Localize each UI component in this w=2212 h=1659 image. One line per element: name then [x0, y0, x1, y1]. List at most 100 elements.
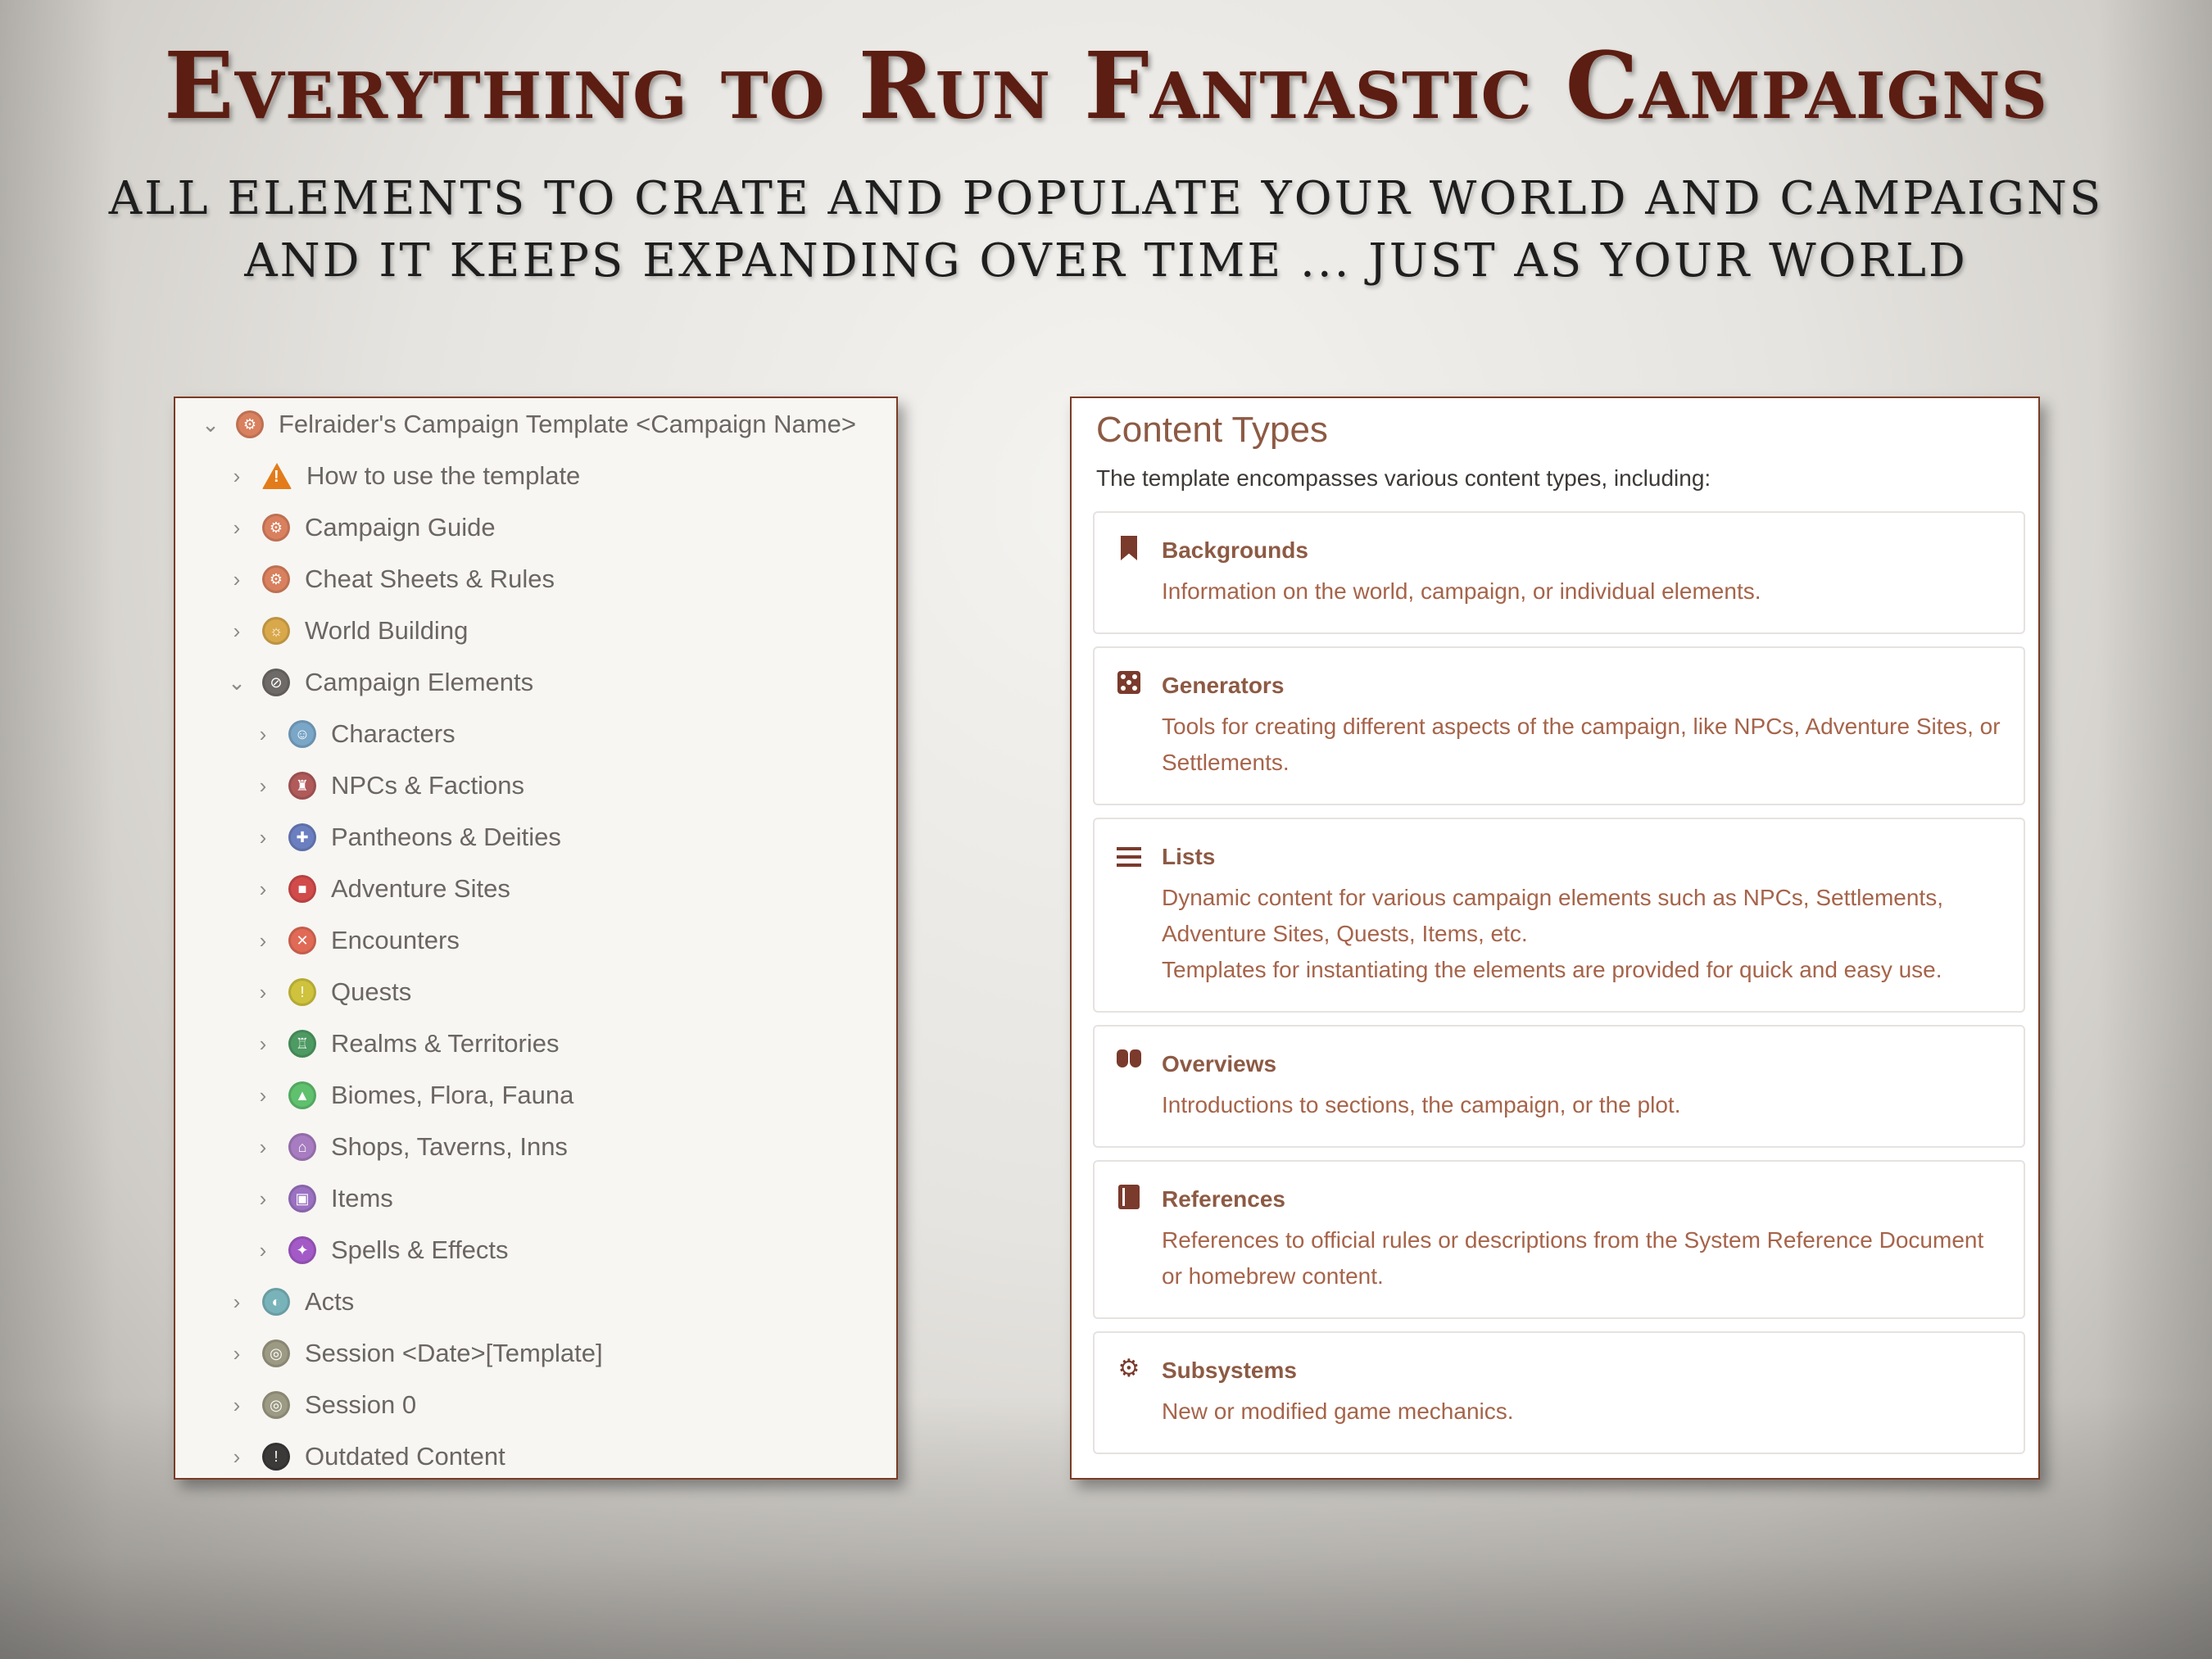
chevron-right-icon[interactable]: ›: [252, 773, 274, 799]
tree-item-label: Shops, Taverns, Inns: [331, 1132, 568, 1161]
tree-item-acts[interactable]: › ◐ Acts: [226, 1279, 354, 1325]
alert-icon: !: [262, 1443, 290, 1471]
chevron-right-icon[interactable]: ›: [252, 825, 274, 850]
tree-item-biomes[interactable]: › ▲ Biomes, Flora, Fauna: [252, 1072, 573, 1118]
chevron-right-icon[interactable]: ›: [252, 928, 274, 954]
card-description-line-2: Templates for instantiating the elements…: [1162, 957, 1942, 982]
card-title: Lists: [1162, 844, 1216, 869]
spell-icon: ✦: [288, 1236, 316, 1264]
realm-icon: ♖: [288, 1030, 316, 1058]
tree-item-campaign-guide[interactable]: › ⚙ Campaign Guide: [226, 505, 496, 551]
shop-icon: ⌂: [288, 1133, 316, 1161]
chevron-right-icon[interactable]: ›: [226, 1393, 247, 1418]
chevron-right-icon[interactable]: ›: [226, 1444, 247, 1470]
tree-item-label: Session 0: [305, 1390, 417, 1419]
card-overviews[interactable]: Overviews Introductions to sections, the…: [1093, 1025, 2025, 1148]
chevron-right-icon[interactable]: ›: [226, 515, 247, 541]
chevron-right-icon[interactable]: ›: [226, 464, 247, 489]
deity-icon: ✚: [288, 823, 316, 851]
tree-item-label: Acts: [305, 1287, 355, 1316]
card-description: Dynamic content for various campaign ele…: [1162, 880, 2007, 988]
tree-item-quests[interactable]: › ! Quests: [252, 969, 411, 1015]
tree-item-label: Spells & Effects: [331, 1235, 509, 1264]
card-backgrounds[interactable]: Backgrounds Information on the world, ca…: [1093, 511, 2025, 634]
chevron-right-icon[interactable]: ›: [226, 567, 247, 592]
card-subsystems[interactable]: ⚙ Subsystems New or modified game mechan…: [1093, 1331, 2025, 1454]
tree-item-label: Adventure Sites: [331, 874, 510, 903]
tree-item-spells[interactable]: › ✦ Spells & Effects: [252, 1227, 509, 1273]
tree-item-session-0[interactable]: › ◎ Session 0: [226, 1382, 416, 1428]
session-icon: ◎: [262, 1391, 290, 1419]
chevron-down-icon[interactable]: ⌄: [226, 670, 247, 696]
session-icon: ◎: [262, 1339, 290, 1367]
tree-item-realms[interactable]: › ♖ Realms & Territories: [252, 1021, 560, 1067]
content-types-panel: Content Types The template encompasses v…: [1070, 397, 2040, 1480]
acts-icon: ◐: [262, 1288, 290, 1316]
encounter-icon: ✕: [288, 927, 316, 954]
chevron-right-icon[interactable]: ›: [252, 1186, 274, 1212]
chevron-right-icon[interactable]: ›: [252, 722, 274, 747]
compass-icon: ⚙: [262, 514, 290, 542]
content-types-intro: The template encompasses various content…: [1096, 465, 1711, 491]
tree-item-label: Realms & Territories: [331, 1029, 560, 1058]
page-tree-panel: ⌄ ⚙ Felraider's Campaign Template <Campa…: [174, 397, 898, 1480]
headline-title: Everything to Run Fantastic Campaigns: [164, 33, 2048, 140]
list-icon: [1116, 842, 1142, 868]
biome-icon: ▲: [288, 1081, 316, 1109]
subtitle-line-1: ALL ELEMENTS TO CRATE AND POPULATE YOUR …: [108, 172, 2104, 225]
tree-item-label: Cheat Sheets & Rules: [305, 564, 555, 593]
tree-item-npcs-factions[interactable]: › ♜ NPCs & Factions: [252, 763, 524, 809]
compass-icon: ⚙: [262, 565, 290, 593]
binoculars-icon: [1116, 1049, 1142, 1076]
tree-item-label: Items: [331, 1184, 393, 1213]
card-description: Information on the world, campaign, or i…: [1162, 578, 1761, 604]
chevron-right-icon[interactable]: ›: [252, 877, 274, 902]
chevron-right-icon[interactable]: ›: [252, 980, 274, 1005]
card-lists[interactable]: Lists Dynamic content for various campai…: [1093, 818, 2025, 1013]
card-references[interactable]: References References to official rules …: [1093, 1160, 2025, 1319]
tree-item-how-to-use[interactable]: › How to use the template: [226, 453, 581, 499]
tree-item-label: Campaign Elements: [305, 668, 534, 696]
tree-item-label: NPCs & Factions: [331, 771, 525, 800]
tree-item-items[interactable]: › ▣ Items: [252, 1176, 393, 1222]
chevron-right-icon[interactable]: ›: [252, 1238, 274, 1263]
item-icon: ▣: [288, 1185, 316, 1213]
tree-root[interactable]: ⌄ ⚙ Felraider's Campaign Template <Campa…: [200, 401, 856, 447]
tree-item-adventure-sites[interactable]: › ■ Adventure Sites: [252, 866, 510, 912]
tree-item-label: Session <Date>[Template]: [305, 1339, 603, 1367]
site-icon: ■: [288, 875, 316, 903]
tree-root-label: Felraider's Campaign Template <Campaign …: [279, 410, 856, 438]
tree-item-encounters[interactable]: › ✕ Encounters: [252, 918, 460, 963]
chevron-right-icon[interactable]: ›: [252, 1031, 274, 1057]
tree-item-label: Characters: [331, 719, 456, 748]
warning-icon: [262, 463, 292, 489]
chevron-right-icon[interactable]: ›: [226, 1341, 247, 1367]
bookmark-icon: [1116, 536, 1142, 562]
tree-item-label: Encounters: [331, 926, 460, 954]
tree-item-cheat-sheets[interactable]: › ⚙ Cheat Sheets & Rules: [226, 556, 555, 602]
tree-item-shops[interactable]: › ⌂ Shops, Taverns, Inns: [252, 1124, 568, 1170]
tree-item-outdated[interactable]: › ! Outdated Content: [226, 1434, 505, 1478]
tree-item-label: Campaign Guide: [305, 513, 496, 542]
tree-item-campaign-elements[interactable]: ⌄ ⊘ Campaign Elements: [226, 660, 533, 705]
chevron-right-icon[interactable]: ›: [252, 1083, 274, 1108]
tree-item-world-building[interactable]: › ☼ World Building: [226, 608, 468, 654]
chevron-right-icon[interactable]: ›: [226, 1290, 247, 1315]
tree-item-session-template[interactable]: › ◎ Session <Date>[Template]: [226, 1330, 603, 1376]
chevron-right-icon[interactable]: ›: [252, 1135, 274, 1160]
faction-icon: ♜: [288, 772, 316, 800]
card-generators[interactable]: Generators Tools for creating different …: [1093, 646, 2025, 805]
quest-icon: !: [288, 978, 316, 1006]
chevron-down-icon[interactable]: ⌄: [200, 412, 221, 437]
card-description: Tools for creating different aspects of …: [1162, 714, 2001, 775]
card-title: Generators: [1162, 673, 1285, 698]
gear-icon: ⚙: [1117, 1354, 1140, 1383]
card-title: Subsystems: [1162, 1358, 1297, 1383]
elements-icon: ⊘: [262, 669, 290, 696]
chevron-right-icon[interactable]: ›: [226, 619, 247, 644]
book-icon: [1116, 1185, 1142, 1211]
tree-item-pantheons[interactable]: › ✚ Pantheons & Deities: [252, 814, 561, 860]
card-description-line: Dynamic content for various campaign ele…: [1162, 885, 1943, 946]
tree-item-characters[interactable]: › ☺ Characters: [252, 711, 456, 757]
compass-icon: ⚙: [236, 410, 264, 438]
